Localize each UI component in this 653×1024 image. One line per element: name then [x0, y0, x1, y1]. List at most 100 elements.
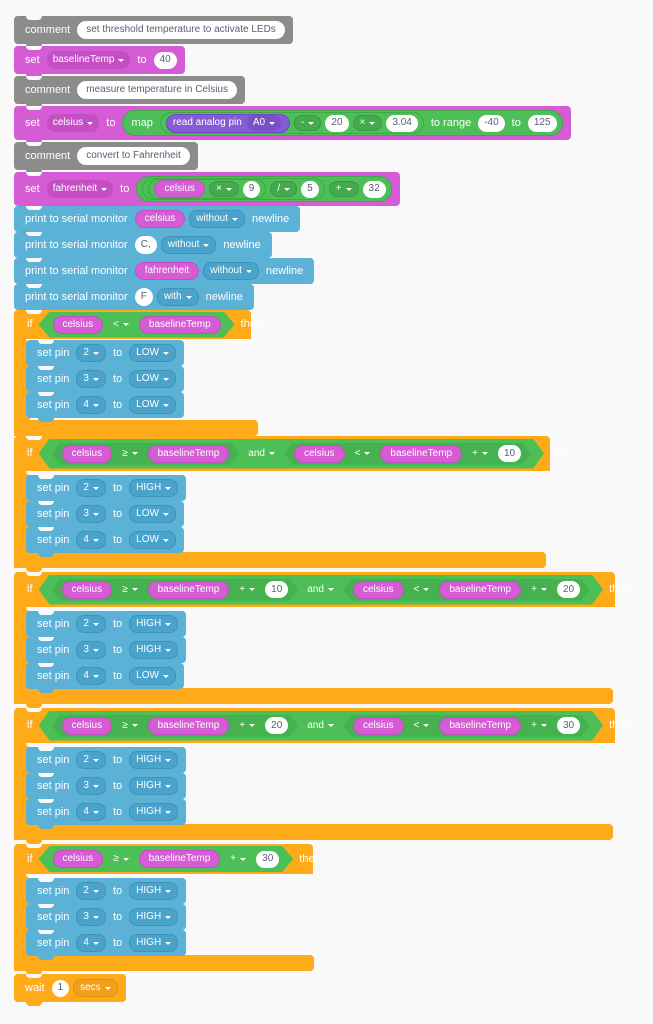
pin-state-dropdown[interactable]: LOW — [129, 505, 176, 523]
pin-state-dropdown[interactable]: HIGH — [129, 615, 179, 633]
print-value-variable[interactable]: fahrenheit — [134, 262, 200, 280]
operator3-dropdown[interactable]: + — [328, 181, 359, 197]
pin-number-dropdown[interactable]: 3 — [76, 777, 106, 795]
if-block-header[interactable]: if celsius ≥ baselineTemp and celsius < … — [14, 436, 572, 471]
pin-number-dropdown[interactable]: 3 — [76, 908, 106, 926]
set-pin-block[interactable]: set pin 3 to HIGH — [26, 904, 187, 934]
comment-text-field[interactable]: measure temperature in Celsius — [77, 81, 237, 99]
condition-hexagon[interactable]: celsius ≥ baselineTemp + 30 — [39, 846, 294, 872]
offset-value-field[interactable]: 30 — [557, 717, 580, 734]
condition-hexagon[interactable]: celsius ≥ baselineTemp + 20 and celsius … — [39, 711, 604, 741]
comparison-operator-dropdown[interactable]: < — [349, 446, 377, 462]
offset-operator-dropdown[interactable]: + — [224, 851, 252, 867]
condition-b-right-variable[interactable]: baselineTemp — [439, 581, 521, 599]
set-variable-block[interactable]: set baselineTemp to 40 — [14, 46, 185, 78]
range-min-field[interactable]: -40 — [478, 114, 505, 132]
comparison-operator-dropdown[interactable]: < — [107, 317, 135, 333]
pin-number-dropdown[interactable]: 2 — [76, 344, 106, 362]
condition-left-variable[interactable]: celsius — [53, 850, 104, 868]
condition-hexagon[interactable]: celsius ≥ baselineTemp + 10 and celsius … — [39, 575, 604, 605]
print-value-text[interactable]: C, — [134, 236, 157, 254]
pin-number-dropdown[interactable]: 2 — [76, 615, 106, 633]
logical-joiner-dropdown[interactable]: and — [242, 446, 281, 462]
comparison-operator-dropdown[interactable]: ≥ — [116, 446, 144, 462]
condition-hexagon[interactable]: celsius ≥ baselineTemp and celsius < bas… — [39, 439, 545, 469]
set-pin-block[interactable]: set pin 2 to HIGH — [26, 475, 187, 505]
analog-expression-group[interactable]: read analog pin A0 - 20 × 3.04 — [159, 112, 424, 134]
condition-a-left-variable[interactable]: celsius — [62, 717, 113, 735]
comment-text-field[interactable]: set threshold temperature to activate LE… — [77, 21, 285, 39]
serial-print-block[interactable]: print to serial monitor C, without newli… — [14, 232, 272, 262]
offset-operator-dropdown[interactable]: + — [233, 718, 261, 734]
comment-block[interactable]: comment measure temperature in Celsius — [14, 76, 245, 108]
serial-print-block[interactable]: print to serial monitor fahrenheit witho… — [14, 258, 315, 288]
set-pin-block[interactable]: set pin 3 to LOW — [26, 366, 184, 396]
set-pin-block[interactable]: set pin 4 to LOW — [26, 392, 184, 422]
offset-value-field[interactable]: 20 — [265, 717, 288, 734]
set-pin-block[interactable]: set pin 4 to LOW — [26, 527, 184, 557]
serial-print-block[interactable]: print to serial monitor F with newline — [14, 284, 254, 314]
condition-operand-a[interactable]: celsius ≥ baselineTemp — [52, 443, 240, 465]
print-value-text[interactable]: F — [134, 288, 153, 306]
pin-number-dropdown[interactable]: 2 — [76, 479, 106, 497]
arithmetic-expression-group[interactable]: celsius × 9 / 5 + 32 — [136, 176, 392, 202]
newline-mode-dropdown[interactable]: without — [203, 262, 259, 280]
comment-block[interactable]: comment set threshold temperature to act… — [14, 16, 293, 48]
read-analog-pin-block[interactable]: read analog pin A0 — [165, 113, 291, 133]
condition-operand-b[interactable]: celsius < baselineTemp + 30 — [343, 715, 590, 737]
pin-state-dropdown[interactable]: HIGH — [129, 882, 179, 900]
operand1-field[interactable]: 20 — [325, 114, 349, 132]
condition-a-left-variable[interactable]: celsius — [62, 581, 113, 599]
pin-number-dropdown[interactable]: 2 — [76, 751, 106, 769]
pin-state-dropdown[interactable]: HIGH — [129, 777, 179, 795]
condition-a-right-variable[interactable]: baselineTemp — [148, 445, 230, 463]
condition-operand-b[interactable]: celsius < baselineTemp + 20 — [343, 579, 590, 601]
comparison-operator-dropdown[interactable]: < — [408, 582, 436, 598]
offset-operator-dropdown[interactable]: + — [466, 446, 494, 462]
condition-b-left-variable[interactable]: celsius — [353, 717, 404, 735]
pin-number-dropdown[interactable]: 3 — [76, 370, 106, 388]
arithmetic-inner-group[interactable]: celsius × 9 / 5 — [142, 178, 325, 200]
offset-operator-dropdown[interactable]: + — [525, 582, 553, 598]
set-pin-block[interactable]: set pin 3 to HIGH — [26, 637, 187, 667]
set-pin-block[interactable]: set pin 2 to HIGH — [26, 611, 187, 641]
comparison-operator-dropdown[interactable]: < — [408, 718, 436, 734]
wait-duration-field[interactable]: 1 — [51, 979, 70, 997]
offset-value-field[interactable]: 10 — [498, 445, 521, 462]
if-block-header[interactable]: if celsius ≥ baselineTemp + 10 and celsi… — [14, 572, 630, 607]
set-pin-block[interactable]: set pin 2 to HIGH — [26, 747, 187, 777]
comparison-operator-dropdown[interactable]: ≥ — [116, 718, 144, 734]
pin-number-dropdown[interactable]: 4 — [76, 667, 106, 685]
pin-state-dropdown[interactable]: LOW — [129, 370, 176, 388]
condition-hexagon[interactable]: celsius < baselineTemp — [39, 312, 235, 338]
condition-a-right-variable[interactable]: baselineTemp — [148, 581, 230, 599]
operand2-field[interactable]: 5 — [301, 180, 319, 198]
offset-operator-dropdown[interactable]: + — [525, 718, 553, 734]
pin-state-dropdown[interactable]: LOW — [129, 667, 176, 685]
pin-state-dropdown[interactable]: HIGH — [129, 908, 179, 926]
pin-state-dropdown[interactable]: LOW — [129, 396, 176, 414]
comparison-operator-dropdown[interactable]: ≥ — [107, 851, 135, 867]
pin-number-dropdown[interactable]: 4 — [76, 803, 106, 821]
newline-mode-dropdown[interactable]: with — [156, 288, 199, 306]
pin-state-dropdown[interactable]: HIGH — [129, 479, 179, 497]
comparison-operator-dropdown[interactable]: ≥ — [116, 582, 144, 598]
condition-right-variable[interactable]: baselineTemp — [139, 850, 221, 868]
pin-number-dropdown[interactable]: 3 — [76, 505, 106, 523]
set-pin-block[interactable]: set pin 3 to LOW — [26, 501, 184, 531]
condition-b-right-variable[interactable]: baselineTemp — [380, 445, 462, 463]
operator2-dropdown[interactable]: × — [352, 115, 383, 131]
serial-print-block[interactable]: print to serial monitor celsius without … — [14, 206, 301, 236]
condition-b-right-variable[interactable]: baselineTemp — [439, 717, 521, 735]
operand2-field[interactable]: 3.04 — [386, 114, 418, 132]
set-fahrenheit-block[interactable]: set fahrenheit to celsius × 9 / 5 + 32 — [14, 172, 400, 210]
if-block-header[interactable]: if celsius ≥ baselineTemp + 30 then — [14, 844, 321, 874]
logical-joiner-dropdown[interactable]: and — [301, 582, 340, 598]
arithmetic-innermost-group[interactable]: celsius × 9 — [148, 179, 267, 199]
wait-block[interactable]: wait 1 secs — [14, 974, 126, 1006]
newline-mode-dropdown[interactable]: without — [189, 210, 245, 228]
condition-b-left-variable[interactable]: celsius — [294, 445, 345, 463]
condition-operand-b[interactable]: celsius < baselineTemp + 10 — [284, 443, 531, 465]
pin-number-dropdown[interactable]: 4 — [76, 531, 106, 549]
wait-unit-dropdown[interactable]: secs — [73, 979, 118, 997]
